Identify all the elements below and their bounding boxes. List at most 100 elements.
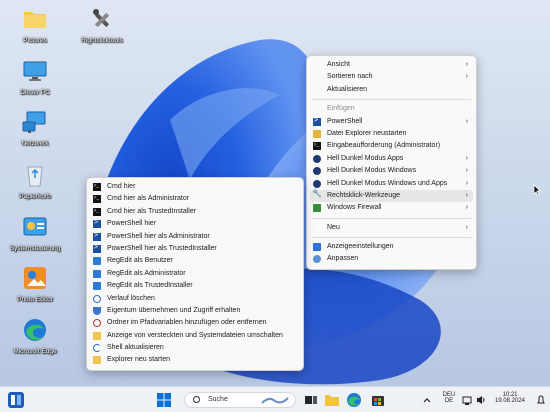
powershell-icon: [313, 115, 321, 127]
file-explorer-button[interactable]: [324, 392, 340, 408]
chevron-right-icon: ›: [465, 179, 468, 187]
tray-overflow-button[interactable]: [422, 392, 432, 408]
desktop-icon-edge[interactable]: Microsoft Edge: [7, 316, 63, 355]
menu-item-view[interactable]: Ansicht ›: [310, 59, 473, 71]
network-status[interactable]: [462, 392, 472, 408]
powershell-icon: [93, 217, 101, 230]
clock-icon: [93, 294, 101, 303]
notification-icon: [537, 395, 545, 404]
menu-item-restart-explorer[interactable]: Datei Explorer neustarten: [310, 128, 473, 140]
powershell-icon: [93, 242, 101, 254]
desktop-icon-photo-editor[interactable]: Photo Editor: [7, 264, 63, 303]
tools-icon: [88, 5, 116, 33]
monitor-icon: [21, 57, 49, 85]
chevron-up-icon: [423, 398, 431, 403]
menu-item-theme-windows-apps[interactable]: Hell Dunkel Modus Windows und Apps ›: [310, 178, 473, 190]
start-button[interactable]: [156, 392, 172, 408]
photo-editor-icon: [21, 264, 49, 292]
search-box[interactable]: Suche: [184, 392, 296, 408]
submenu-item-path-variable[interactable]: Ordner im Pfadvariablen hinzufügen oder …: [90, 317, 300, 329]
widgets-button[interactable]: [8, 392, 24, 408]
windows-logo-icon: [157, 393, 171, 407]
desktop-icon-this-pc[interactable]: Dieser PC: [7, 57, 63, 96]
submenu-item-powershell-here[interactable]: PowerShell hier: [90, 217, 300, 230]
search-icon: [193, 396, 200, 403]
submenu-item-powershell-here-trustedinstaller[interactable]: PowerShell hier als TrustedInstaller: [90, 242, 300, 255]
edge-icon: [21, 316, 49, 344]
menu-item-windows-firewall[interactable]: Windows Firewall ›: [310, 202, 473, 214]
submenu-item-cmd-here[interactable]: Cmd hier: [90, 180, 300, 193]
menu-item-refresh[interactable]: Aktualisieren: [310, 84, 473, 96]
cmd-icon: [93, 192, 101, 205]
desktop-icon-rightclicktools[interactable]: Rightclicktools: [74, 5, 130, 44]
edge-icon: [347, 393, 361, 407]
chevron-right-icon: ›: [465, 117, 468, 125]
submenu-item-powershell-here-admin[interactable]: PowerShell hier als Administrator: [90, 230, 300, 243]
submenu-item-refresh-shell[interactable]: Shell aktualisieren: [90, 342, 300, 354]
menu-item-theme-apps[interactable]: Hell Dunkel Modus Apps ›: [310, 153, 473, 165]
language-indicator[interactable]: DEU DE: [440, 392, 458, 404]
folder-icon: [313, 129, 321, 138]
menu-item-sort-by[interactable]: Sortieren nach ›: [310, 71, 473, 83]
submenu-item-regedit-admin[interactable]: RegEdit als Administrator: [90, 268, 300, 280]
menu-separator: [312, 99, 471, 101]
menu-item-theme-windows[interactable]: Hell Dunkel Modus Windows ›: [310, 165, 473, 177]
folder-icon: [21, 5, 49, 33]
submenu-item-regedit-trustedinstaller[interactable]: RegEdit als TrustedInstaller: [90, 280, 300, 292]
chevron-right-icon: ›: [465, 167, 468, 175]
chevron-right-icon: ›: [465, 191, 468, 199]
store-button[interactable]: [370, 392, 386, 408]
submenu-item-regedit-user[interactable]: RegEdit als Benutzer: [90, 255, 300, 267]
cmd-icon: [93, 205, 101, 217]
submenu-item-toggle-hidden-files[interactable]: Anzeige von versteckten und Systemdateie…: [90, 330, 300, 342]
regedit-icon: [93, 269, 101, 278]
submenu-item-clear-history[interactable]: Verlauf löschen: [90, 293, 300, 305]
desktop-icon-network[interactable]: Netzwerk: [7, 108, 63, 147]
store-icon: [372, 396, 384, 406]
powershell-icon: [93, 230, 101, 242]
desktop-icon-recycle-bin[interactable]: Papierkorb: [7, 161, 63, 200]
clock[interactable]: 10:21 19.08.2024: [490, 392, 530, 404]
volume-status[interactable]: [476, 392, 486, 408]
menu-separator: [312, 237, 471, 239]
menu-item-rightclick-tools[interactable]: Rechtsklick-Werkzeuge›: [310, 188, 473, 203]
chevron-right-icon: ›: [465, 204, 468, 212]
chevron-right-icon: ›: [465, 223, 468, 231]
chevron-right-icon: ›: [465, 61, 468, 68]
cmd-icon: [313, 139, 321, 152]
submenu-item-restart-explorer[interactable]: Explorer neu starten: [90, 354, 300, 366]
volume-icon: [477, 396, 485, 404]
chevron-right-icon: ›: [465, 154, 468, 162]
submenu-item-cmd-here-trustedinstaller[interactable]: Cmd hier als TrustedInstaller: [90, 205, 300, 218]
edge-button[interactable]: [346, 392, 362, 408]
task-view-button[interactable]: [303, 392, 319, 408]
submenu-item-take-ownership[interactable]: Eigentum übernehmen und Zugriff erhalten: [90, 305, 300, 317]
shield-icon: [93, 306, 101, 315]
menu-item-personalize[interactable]: Anpassen: [310, 253, 473, 265]
menu-separator: [312, 217, 471, 219]
folder-icon: [325, 395, 339, 406]
task-view-icon: [305, 396, 317, 404]
submenu-item-cmd-here-admin[interactable]: Cmd hier als Administrator: [90, 192, 300, 205]
menu-item-new[interactable]: Neu ›: [310, 222, 473, 234]
chevron-right-icon: ›: [465, 73, 468, 81]
network-icon: [21, 108, 49, 136]
mouse-cursor-icon: [533, 184, 541, 196]
notification-button[interactable]: [536, 392, 546, 408]
menu-item-powershell[interactable]: PowerShell›: [310, 115, 473, 128]
refresh-icon: [93, 344, 101, 353]
wrench-icon: [312, 188, 322, 200]
menu-item-display-settings[interactable]: Anzeigeeinstellungen: [310, 241, 473, 253]
theme-icon: [313, 179, 321, 188]
desktop-icon-control-panel[interactable]: Systemsteuerung: [7, 213, 63, 252]
theme-icon: [313, 167, 321, 176]
network-icon: [462, 396, 472, 405]
widgets-icon: [11, 395, 21, 405]
personalize-icon: [313, 255, 321, 264]
theme-icon: [313, 154, 321, 163]
explorer-icon: [93, 356, 101, 365]
recycle-bin-icon: [21, 161, 49, 189]
menu-item-cmd-admin[interactable]: Eingabeaufforderung (Administrator): [310, 139, 473, 152]
menu-item-paste: Einfügen: [327, 105, 355, 113]
desktop-icon-pictures[interactable]: Pictures: [7, 5, 63, 44]
